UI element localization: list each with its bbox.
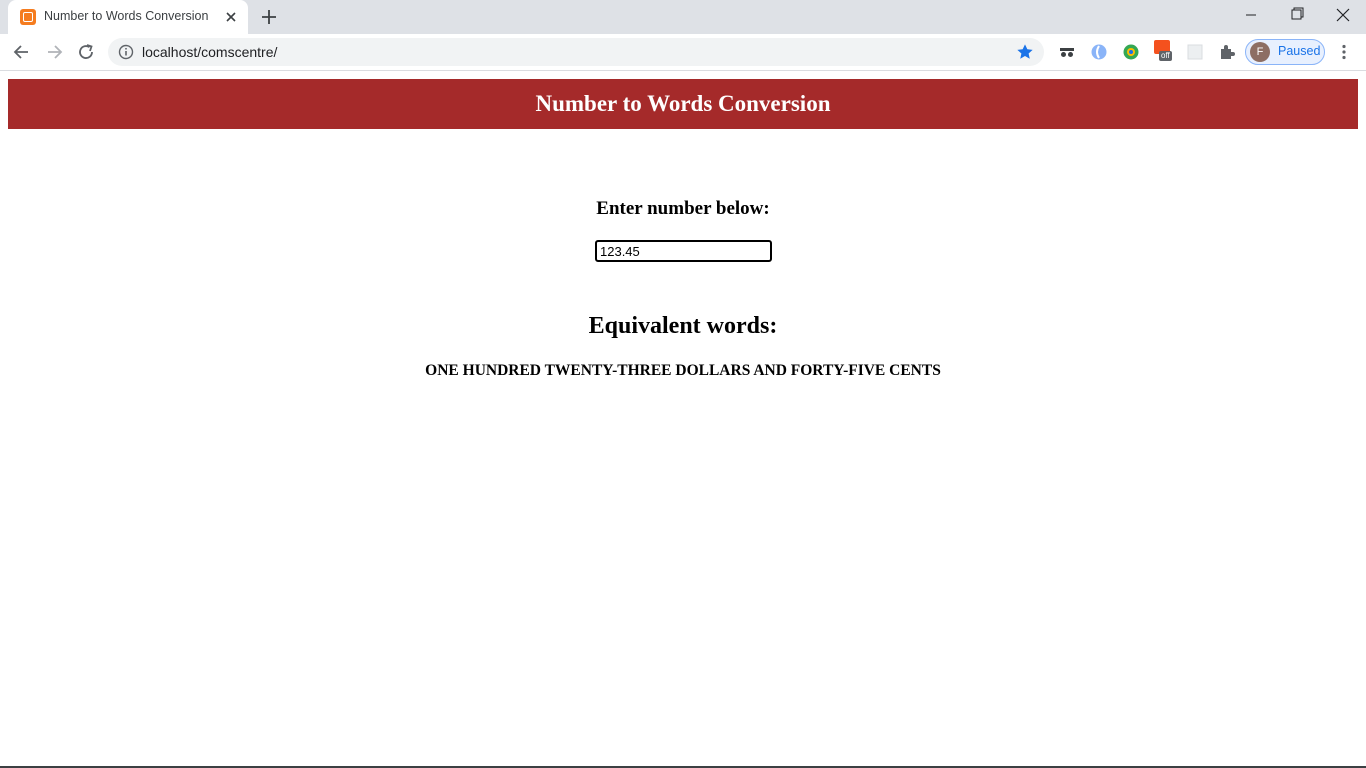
incognito-extension-icon[interactable] <box>1058 43 1076 61</box>
back-arrow-icon[interactable] <box>12 42 32 62</box>
profile-status: Paused <box>1278 44 1321 58</box>
extension-badge: off <box>1159 51 1172 61</box>
grid-extension-icon[interactable] <box>1186 43 1204 61</box>
globe-extension-icon[interactable] <box>1122 43 1140 61</box>
url-text: localhost/comscentre/ <box>142 44 278 60</box>
info-icon[interactable] <box>118 44 134 60</box>
close-window-icon[interactable] <box>1320 0 1366 32</box>
number-prompt-label: Enter number below: <box>596 198 770 219</box>
favicon-mark <box>23 12 33 22</box>
page-title: Number to Words Conversion <box>535 91 831 116</box>
header-banner: Number to Words Conversion <box>8 79 1358 129</box>
blue-circle-extension-icon[interactable] <box>1090 43 1108 61</box>
number-input[interactable] <box>595 240 772 262</box>
browser-toolbar: localhost/comscentre/ off F Paused <box>0 34 1366 71</box>
new-tab-icon[interactable] <box>259 7 279 27</box>
tab-active[interactable]: Number to Words Conversion <box>8 0 248 34</box>
profile-button[interactable]: F Paused <box>1245 39 1325 65</box>
result-words: ONE HUNDRED TWENTY-THREE DOLLARS AND FOR… <box>425 362 941 379</box>
restore-icon[interactable] <box>1274 0 1320 32</box>
tab-title: Number to Words Conversion <box>44 9 209 23</box>
puzzle-extensions-icon[interactable] <box>1218 43 1236 61</box>
result-heading: Equivalent words: <box>588 313 778 339</box>
address-bar[interactable]: localhost/comscentre/ <box>108 38 1044 66</box>
minimize-icon[interactable] <box>1228 0 1274 32</box>
off-extension-icon[interactable]: off <box>1154 40 1176 62</box>
reload-icon[interactable] <box>76 42 96 62</box>
forward-arrow-icon[interactable] <box>44 42 64 62</box>
avatar: F <box>1250 42 1270 62</box>
more-menu-icon[interactable] <box>1335 43 1353 61</box>
close-tab-icon[interactable] <box>222 8 240 26</box>
xampp-favicon-icon <box>20 9 36 25</box>
bookmark-star-icon[interactable] <box>1016 43 1034 61</box>
tab-strip: Number to Words Conversion <box>0 0 1366 34</box>
